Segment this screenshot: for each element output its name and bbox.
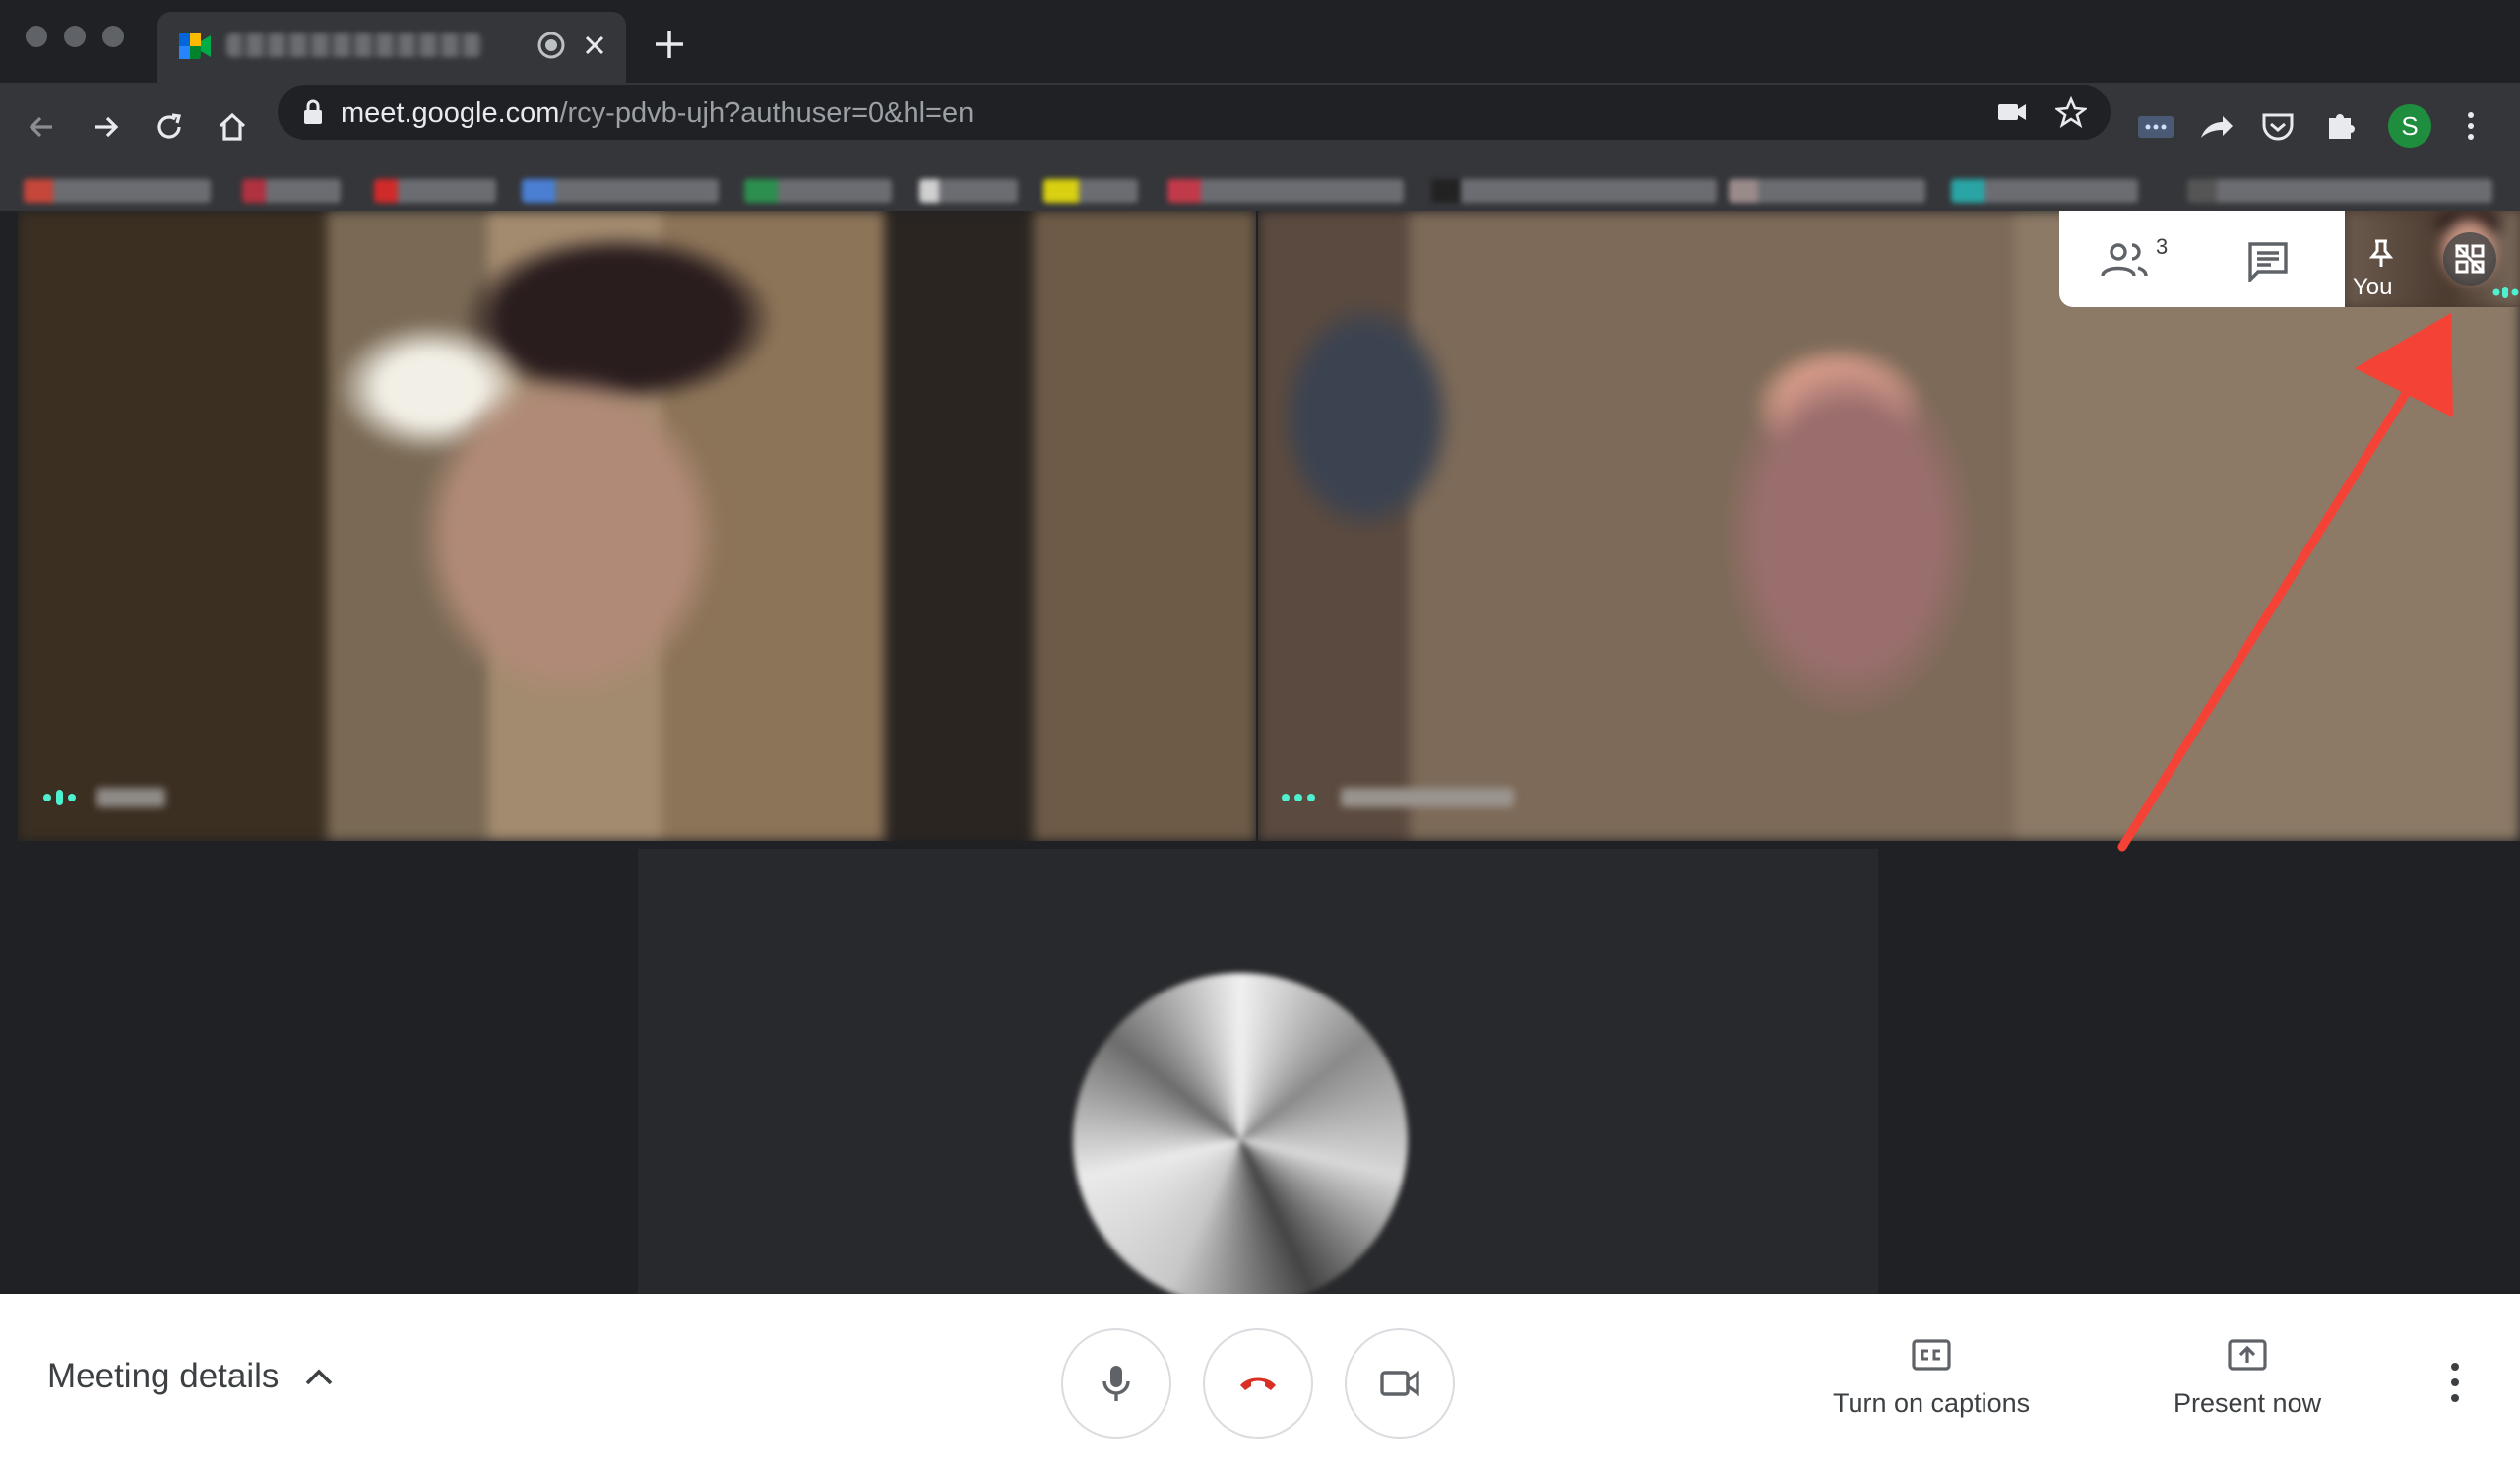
address-bar[interactable]: meet.google.com/rcy-pdvb-ujh?authuser=0&… [278,85,2110,140]
participant-name-blurred [96,788,165,807]
self-audio-level-icon [2492,287,2519,298]
bookmark-item[interactable] [744,179,892,203]
video-camera-icon [1380,1370,1419,1397]
captions-label: Turn on captions [1833,1388,2031,1418]
captions-button[interactable]: Turn on captions [1833,1333,2030,1419]
self-view-tile[interactable]: You [2345,211,2520,307]
window-zoom-dot[interactable] [102,26,124,47]
bookmark-item[interactable] [1167,179,1404,203]
bookmark-item[interactable] [522,179,719,203]
url-text[interactable]: meet.google.com/rcy-pdvb-ujh?authuser=0&… [341,97,974,130]
exit-fullscreen-icon [2454,243,2486,275]
present-screen-icon [2228,1339,2267,1371]
participant-tile[interactable] [638,849,1878,1294]
meeting-details-toggle[interactable]: Meeting details [47,1357,334,1396]
chat-icon[interactable] [2246,240,2290,282]
self-view-label: You [2353,274,2393,300]
google-meet-favicon-icon [179,33,211,59]
tab-title-blurred [226,33,482,57]
pocket-icon[interactable] [2260,110,2296,144]
people-button[interactable]: 3 [2099,234,2172,284]
camera-button[interactable] [1345,1328,1455,1439]
bookmark-star-icon[interactable] [2055,96,2087,128]
extension-dots-icon[interactable] [2136,110,2175,144]
recording-indicator-icon [537,32,565,59]
microphone-icon [1102,1366,1130,1401]
profile-avatar[interactable]: S [2388,104,2431,148]
bookmark-item[interactable] [374,179,496,203]
reload-button[interactable] [148,105,191,149]
window-close-dot[interactable] [26,26,47,47]
closed-captions-icon [1912,1339,1951,1371]
bookmark-item[interactable] [2187,179,2492,203]
pin-icon[interactable] [2368,238,2394,268]
lock-icon [304,99,322,124]
bookmark-item[interactable] [1729,179,1925,203]
unpin-self-view-button[interactable] [2443,232,2496,286]
bookmark-item[interactable] [1431,179,1717,203]
meeting-stage: 3 You [0,211,2520,1294]
forward-button[interactable] [85,105,128,149]
new-tab-plus-icon[interactable] [652,27,687,62]
present-now-button[interactable]: Present now [2174,1333,2321,1419]
arrow-forward-icon [95,116,119,138]
audio-level-icon [43,790,76,805]
meeting-side-controls: 3 [2059,211,2345,307]
participant-count: 3 [2156,234,2169,259]
tab-strip [0,0,2520,83]
browser-tab-meet[interactable] [158,12,626,83]
tab-close-icon[interactable] [581,32,608,59]
browser-toolbar: meet.google.com/rcy-pdvb-ujh?authuser=0&… [0,83,2520,171]
meeting-control-bar: Meeting details Turn on captions Present… [0,1294,2520,1473]
participant-tile[interactable] [18,211,1256,841]
camera-in-use-icon[interactable] [1996,98,2028,126]
chevron-up-icon [306,1369,333,1385]
participant-avatar [1073,973,1408,1294]
bookmark-item[interactable] [24,179,211,203]
audio-idle-icon [1282,794,1315,801]
home-button[interactable] [211,105,254,149]
bookmark-item[interactable] [1951,179,2138,203]
participant-name-blurred [1341,788,1514,807]
extensions-puzzle-icon[interactable] [2323,108,2359,144]
people-icon [2101,243,2148,277]
share-arrow-icon[interactable] [2197,110,2236,144]
meeting-details-label: Meeting details [47,1357,280,1395]
back-button[interactable] [20,105,63,149]
hang-up-phone-icon [1240,1377,1276,1390]
annotation-arrow-icon [2117,313,2453,852]
window-minimize-dot[interactable] [64,26,86,47]
bookmark-item[interactable] [242,179,341,203]
browser-menu-kebab-icon[interactable] [2453,108,2488,144]
microphone-button[interactable] [1061,1328,1171,1439]
more-options-kebab-icon[interactable] [2435,1359,2475,1406]
bookmark-item[interactable] [1043,179,1138,203]
bookmarks-bar [0,171,2520,211]
arrow-back-icon [29,116,52,138]
home-icon [219,112,246,141]
reload-icon [158,113,182,139]
bookmark-item[interactable] [919,179,1018,203]
present-now-label: Present now [2174,1388,2322,1418]
end-call-button[interactable] [1203,1328,1313,1439]
